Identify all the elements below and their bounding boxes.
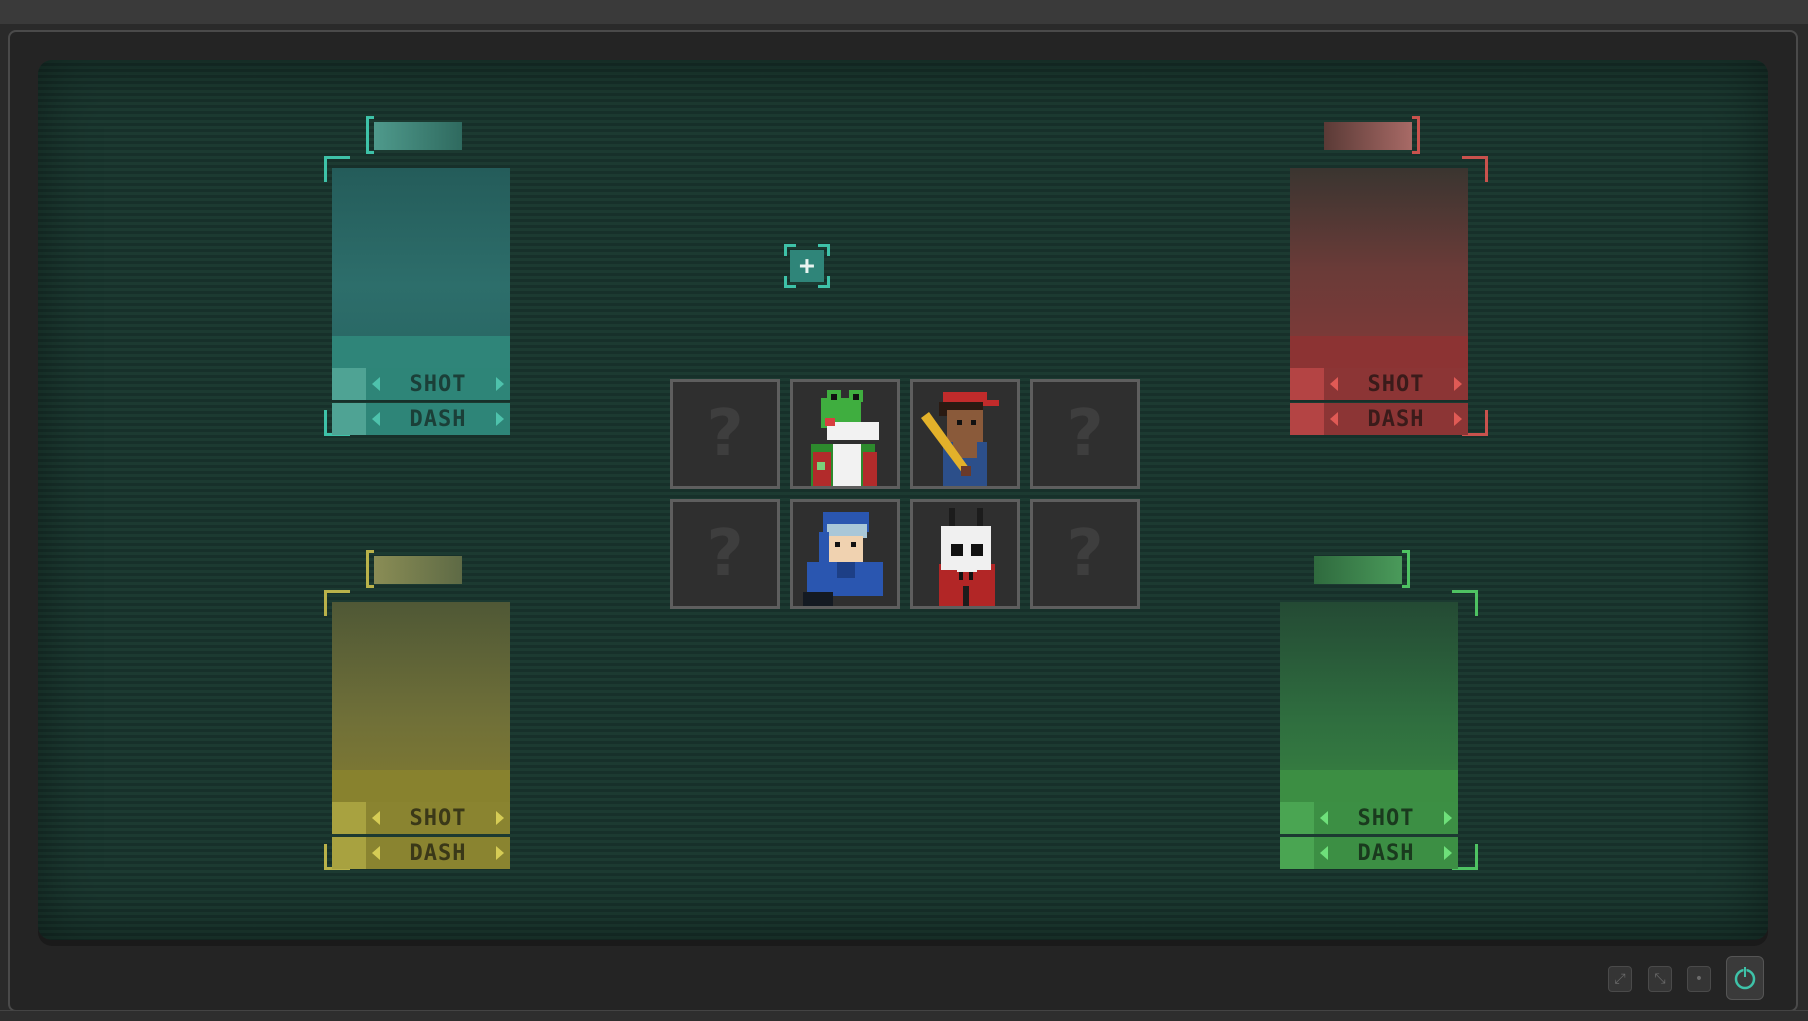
character-slot-skull[interactable] <box>910 499 1020 609</box>
option-label: DASH <box>409 840 467 866</box>
power-icon <box>1734 967 1756 990</box>
expand-icon[interactable]: ⤢ <box>1608 966 1632 992</box>
locked-character-slot[interactable]: ? <box>1030 379 1140 489</box>
option-label: SHOT <box>1357 805 1415 831</box>
player-3-card[interactable]: SHOT DASH <box>332 602 510 870</box>
option-slot <box>1280 802 1314 834</box>
plus-icon: + <box>790 250 824 282</box>
arrow-right-icon[interactable] <box>1453 377 1462 391</box>
question-mark-icon: ? <box>706 397 744 471</box>
player-2-card[interactable]: SHOT DASH <box>1290 168 1468 436</box>
arrow-right-icon[interactable] <box>495 811 504 825</box>
option-slot <box>1280 837 1314 869</box>
arrow-left-icon[interactable] <box>1330 412 1338 426</box>
arrow-right-icon[interactable] <box>1453 412 1462 426</box>
locked-character-slot[interactable]: ? <box>670 379 780 489</box>
arrow-left-icon[interactable] <box>372 846 380 860</box>
locked-character-slot[interactable]: ? <box>670 499 780 609</box>
option-label: SHOT <box>1367 371 1425 397</box>
player-1-tab-bracket <box>366 116 374 154</box>
player-4-portrait <box>1280 602 1458 770</box>
player-4-shot-option[interactable]: SHOT <box>1280 802 1458 834</box>
player-4-card[interactable]: SHOT DASH <box>1280 602 1458 870</box>
bat-kid-character-icon <box>913 382 1017 486</box>
shrink-icon[interactable]: ⤡ <box>1648 966 1672 992</box>
arrow-left-icon[interactable] <box>372 811 380 825</box>
arrow-right-icon[interactable] <box>495 846 504 860</box>
arrow-left-icon[interactable] <box>372 377 380 391</box>
player-2-tab-bracket <box>1412 116 1420 154</box>
option-label: DASH <box>409 406 467 432</box>
player-1-cursor[interactable]: + <box>784 244 830 288</box>
player-3-portrait <box>332 602 510 770</box>
player-1-panel: SHOT DASH <box>322 108 522 438</box>
option-slot <box>332 403 366 435</box>
player-4-name-tab <box>1314 556 1402 584</box>
player-2-name-tab <box>1324 122 1412 150</box>
player-1-portrait <box>332 168 510 336</box>
player-4-dash-option[interactable]: DASH <box>1280 837 1458 869</box>
player-2-shot-option[interactable]: SHOT <box>1290 368 1468 400</box>
frog-character-icon <box>793 382 897 486</box>
bottom-bar <box>0 1010 1808 1021</box>
arrow-right-icon[interactable] <box>495 412 504 426</box>
player-2-portrait <box>1290 168 1468 336</box>
option-slot <box>332 368 366 400</box>
skull-character-icon <box>913 502 1017 606</box>
player-4-panel: SHOT DASH <box>1280 542 1480 872</box>
option-slot <box>332 837 366 869</box>
arrow-right-icon[interactable] <box>495 377 504 391</box>
player-3-tab-bracket <box>366 550 374 588</box>
character-select-grid: ? ? ? ? <box>670 379 1144 613</box>
arrow-left-icon[interactable] <box>1320 846 1328 860</box>
player-3-dash-option[interactable]: DASH <box>332 837 510 869</box>
player-1-card[interactable]: SHOT DASH <box>332 168 510 436</box>
question-mark-icon: ? <box>706 517 744 591</box>
option-slot <box>332 802 366 834</box>
character-slot-knight[interactable] <box>790 499 900 609</box>
option-label: DASH <box>1357 840 1415 866</box>
option-slot <box>1290 368 1324 400</box>
arrow-left-icon[interactable] <box>372 412 380 426</box>
player-1-dash-option[interactable]: DASH <box>332 403 510 435</box>
knight-character-icon <box>793 502 897 606</box>
option-label: SHOT <box>409 371 467 397</box>
arrow-left-icon[interactable] <box>1320 811 1328 825</box>
arrow-right-icon[interactable] <box>1443 846 1452 860</box>
dot-icon[interactable]: • <box>1687 966 1711 992</box>
locked-character-slot[interactable]: ? <box>1030 499 1140 609</box>
character-slot-bat-kid[interactable] <box>910 379 1020 489</box>
player-3-name-band <box>332 770 510 802</box>
top-bar <box>0 0 1808 24</box>
player-4-tab-bracket <box>1402 550 1410 588</box>
option-slot <box>1290 403 1324 435</box>
player-1-name-tab <box>374 122 462 150</box>
player-2-dash-option[interactable]: DASH <box>1290 403 1468 435</box>
player-1-name-band <box>332 336 510 368</box>
player-1-shot-option[interactable]: SHOT <box>332 368 510 400</box>
arrow-left-icon[interactable] <box>1330 377 1338 391</box>
player-2-name-band <box>1290 336 1468 368</box>
player-3-shot-option[interactable]: SHOT <box>332 802 510 834</box>
player-2-panel: SHOT DASH <box>1290 108 1490 438</box>
player-3-panel: SHOT DASH <box>322 542 522 872</box>
option-label: DASH <box>1367 406 1425 432</box>
question-mark-icon: ? <box>1066 517 1104 591</box>
question-mark-icon: ? <box>1066 397 1104 471</box>
arrow-right-icon[interactable] <box>1443 811 1452 825</box>
player-4-name-band <box>1280 770 1458 802</box>
character-slot-frog[interactable] <box>790 379 900 489</box>
option-label: SHOT <box>409 805 467 831</box>
power-button[interactable] <box>1726 956 1764 1000</box>
player-3-name-tab <box>374 556 462 584</box>
